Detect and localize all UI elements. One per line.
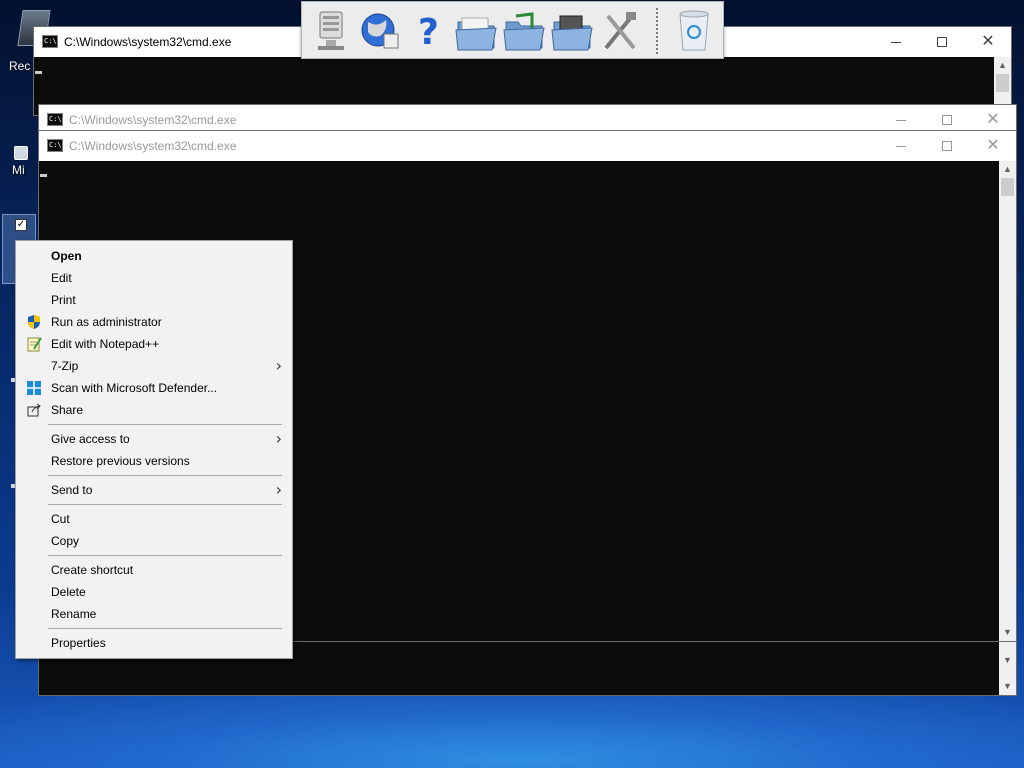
music-folder-icon[interactable] — [502, 8, 546, 54]
computer-icon[interactable] — [310, 8, 354, 54]
menu-item-label: Restore previous versions — [51, 454, 190, 468]
menu-item-label: Share — [51, 403, 84, 417]
window-title: C:\Windows\system32\cmd.exe — [69, 113, 237, 127]
menu-item-cut[interactable]: Cut — [16, 508, 292, 530]
minimize-icon — [891, 41, 901, 43]
menu-item-run-as-administrator[interactable]: Run as administrator — [16, 311, 292, 333]
menu-item-rename[interactable]: Rename — [16, 603, 292, 625]
menu-item-edit-with-notepad[interactable]: Edit with Notepad++ — [16, 333, 292, 355]
menu-separator — [48, 555, 282, 556]
menu-item-label: Copy — [51, 534, 80, 548]
menu-item-create-shortcut[interactable]: Create shortcut — [16, 559, 292, 581]
chevron-right-icon: › — [275, 429, 282, 448]
folder-icon[interactable] — [454, 8, 498, 54]
menu-item-label: Delete — [51, 585, 86, 599]
menu-separator — [48, 504, 282, 505]
minimize-icon — [896, 119, 906, 121]
menu-item-label: Send to — [51, 483, 93, 497]
tools-icon[interactable] — [598, 8, 642, 54]
menu-item-label: Properties — [51, 636, 106, 650]
menu-separator — [48, 475, 282, 476]
minimize-button[interactable] — [878, 131, 924, 161]
maximize-icon — [937, 37, 947, 48]
pictures-folder-icon[interactable] — [550, 8, 594, 54]
cmd-icon: C:\. — [47, 139, 66, 152]
cmd-icon: C:\. — [47, 113, 66, 126]
maximize-button[interactable] — [924, 131, 970, 161]
minimize-icon — [896, 145, 906, 147]
close-icon: ✕ — [986, 111, 1000, 128]
menu-item-label: Give access to — [51, 432, 130, 446]
chevron-right-icon: › — [275, 480, 282, 499]
text-cursor — [40, 174, 47, 177]
menu-item-open[interactable]: Open — [16, 245, 292, 267]
window-title: C:\Windows\system32\cmd.exe — [64, 35, 232, 49]
share-icon — [26, 402, 42, 418]
menu-item-label: Create shortcut — [51, 563, 134, 577]
menu-item-label: 7-Zip — [51, 359, 79, 373]
shield-icon — [26, 314, 42, 330]
minimize-button[interactable] — [873, 27, 919, 57]
app-icon — [14, 146, 28, 160]
menu-item-send-to[interactable]: Send to › — [16, 479, 292, 501]
maximize-icon — [942, 115, 952, 126]
scroll-down-icon[interactable]: ▼ — [999, 678, 1016, 695]
svg-text:?: ? — [418, 12, 439, 53]
scroll-up-icon[interactable]: ▲ — [994, 57, 1011, 74]
close-button[interactable]: ✕ — [965, 27, 1011, 57]
cmd-icon: C:\. — [42, 35, 61, 48]
chevron-right-icon: › — [275, 356, 282, 375]
window-title: C:\Windows\system32\cmd.exe — [69, 139, 237, 153]
menu-item-edit[interactable]: Edit — [16, 267, 292, 289]
close-icon: ✕ — [981, 33, 995, 50]
menu-item-scan-with-defender[interactable]: Scan with Microsoft Defender... — [16, 377, 292, 399]
scroll-thumb[interactable] — [1001, 178, 1014, 196]
menu-separator — [48, 628, 282, 629]
checkbox-icon: ✓ — [15, 219, 27, 231]
menu-item-label: Print — [51, 293, 76, 307]
context-menu: Open Edit Print Run as administrator Edi… — [15, 240, 293, 659]
menu-item-label: Rename — [51, 607, 97, 621]
desktop-icon-label: Rec — [9, 59, 31, 73]
menu-item-properties[interactable]: Properties — [16, 632, 292, 654]
scroll-thumb[interactable] — [996, 74, 1009, 92]
scroll-down-icon[interactable]: ▼ — [999, 652, 1016, 669]
quick-launch-toolbar: ? — [301, 1, 724, 59]
maximize-icon — [942, 141, 952, 152]
menu-item-label: Edit with Notepad++ — [51, 337, 160, 351]
scroll-down-icon[interactable]: ▼ — [999, 624, 1016, 641]
desktop-icon-mi[interactable]: Mi — [10, 146, 40, 180]
defender-icon — [26, 380, 42, 396]
menu-item-restore-previous-versions[interactable]: Restore previous versions — [16, 450, 292, 472]
toolbar-separator — [656, 8, 658, 54]
notepad-icon — [26, 336, 42, 352]
text-cursor — [35, 71, 42, 74]
menu-item-label: Run as administrator — [51, 315, 162, 329]
menu-item-delete[interactable]: Delete — [16, 581, 292, 603]
menu-item-label: Scan with Microsoft Defender... — [51, 381, 218, 395]
recycle-bin-icon[interactable] — [672, 8, 716, 54]
vertical-scrollbar[interactable]: ▲ ▼ — [999, 161, 1016, 641]
menu-separator — [48, 424, 282, 425]
help-icon[interactable]: ? — [406, 8, 450, 54]
close-button[interactable]: ✕ — [970, 131, 1016, 161]
close-icon: ✕ — [986, 137, 1000, 154]
menu-item-label: Edit — [51, 271, 72, 285]
menu-item-print[interactable]: Print — [16, 289, 292, 311]
menu-item-share[interactable]: Share — [16, 399, 292, 421]
menu-item-give-access-to[interactable]: Give access to › — [16, 428, 292, 450]
maximize-button[interactable] — [919, 27, 965, 57]
scroll-up-icon[interactable]: ▲ — [999, 161, 1016, 178]
menu-item-label: Open — [51, 249, 82, 263]
menu-item-label: Cut — [51, 512, 70, 526]
globe-network-icon[interactable] — [358, 8, 402, 54]
menu-item-copy[interactable]: Copy — [16, 530, 292, 552]
title-bar[interactable]: C:\. C:\Windows\system32\cmd.exe ✕ — [39, 131, 1016, 161]
menu-item-7-zip[interactable]: 7-Zip › — [16, 355, 292, 377]
desktop-icon-label: Mi — [12, 163, 25, 177]
